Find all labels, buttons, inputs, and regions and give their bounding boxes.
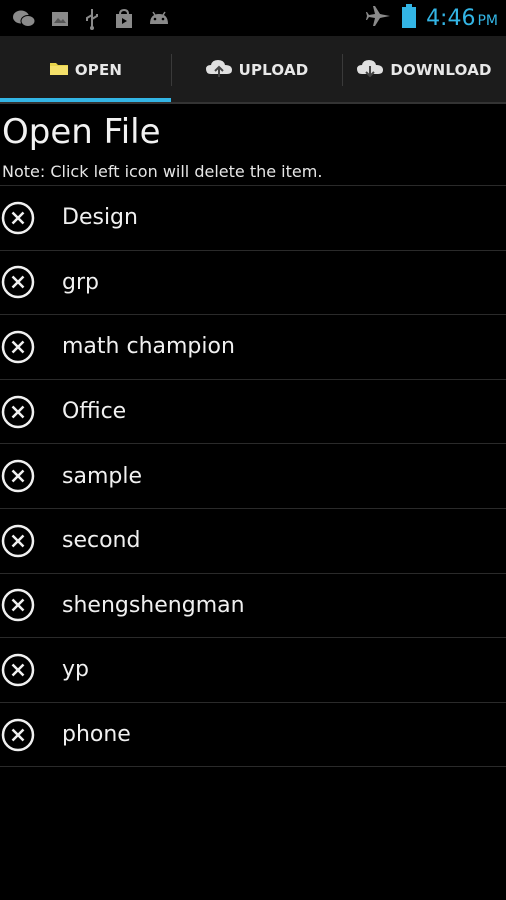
list-item[interactable]: shengshengman (0, 574, 506, 639)
delete-icon[interactable] (0, 315, 62, 379)
delete-icon[interactable] (0, 380, 62, 444)
clock: 4:46 PM (426, 5, 498, 31)
file-name: second (62, 528, 141, 554)
tab-download-label: DOWNLOAD (390, 61, 492, 79)
file-name: math champion (62, 334, 235, 360)
tab-open[interactable]: OPEN (0, 36, 171, 104)
chat-icon (12, 9, 36, 33)
android-icon (148, 10, 170, 32)
list-item[interactable]: Office (0, 380, 506, 445)
tab-open-label: OPEN (74, 61, 123, 79)
file-name: Design (62, 205, 138, 231)
delete-icon[interactable] (0, 703, 62, 767)
delete-icon[interactable] (0, 638, 62, 702)
tab-bar: OPEN UPLOAD DOWNLOAD (0, 36, 506, 104)
file-list: Design grp math champion Office sample s… (0, 185, 506, 768)
list-item[interactable]: second (0, 509, 506, 574)
list-item[interactable]: grp (0, 251, 506, 316)
file-name: Office (62, 399, 127, 425)
list-item[interactable]: Design (0, 186, 506, 251)
status-right: 4:46 PM (366, 4, 498, 32)
notification-icons (12, 8, 170, 34)
delete-icon[interactable] (0, 250, 62, 314)
list-item[interactable]: yp (0, 638, 506, 703)
cloud-upload-icon (205, 58, 233, 82)
file-name: yp (62, 657, 89, 683)
usb-icon (84, 8, 100, 34)
image-icon (50, 9, 70, 33)
delete-icon[interactable] (0, 573, 62, 637)
file-name: phone (62, 722, 131, 748)
tab-download[interactable]: DOWNLOAD (342, 36, 506, 104)
list-item[interactable]: phone (0, 703, 506, 768)
delete-icon[interactable] (0, 444, 62, 508)
airplane-icon (366, 5, 392, 31)
tab-upload[interactable]: UPLOAD (171, 36, 342, 104)
tab-upload-label: UPLOAD (238, 61, 309, 79)
shop-icon (114, 8, 134, 33)
status-bar: 4:46 PM (0, 0, 506, 36)
list-item[interactable]: sample (0, 444, 506, 509)
folder-icon (49, 60, 69, 80)
page-note: Note: Click left icon will delete the it… (2, 162, 323, 181)
file-name: sample (62, 463, 142, 489)
list-item[interactable]: math champion (0, 315, 506, 380)
tab-divider (0, 102, 506, 104)
page-title: Open File (2, 112, 161, 152)
cloud-download-icon (356, 58, 384, 82)
battery-icon (402, 4, 417, 32)
delete-icon[interactable] (0, 509, 62, 573)
file-name: grp (62, 269, 99, 295)
delete-icon[interactable] (0, 186, 62, 250)
file-name: shengshengman (62, 592, 245, 618)
